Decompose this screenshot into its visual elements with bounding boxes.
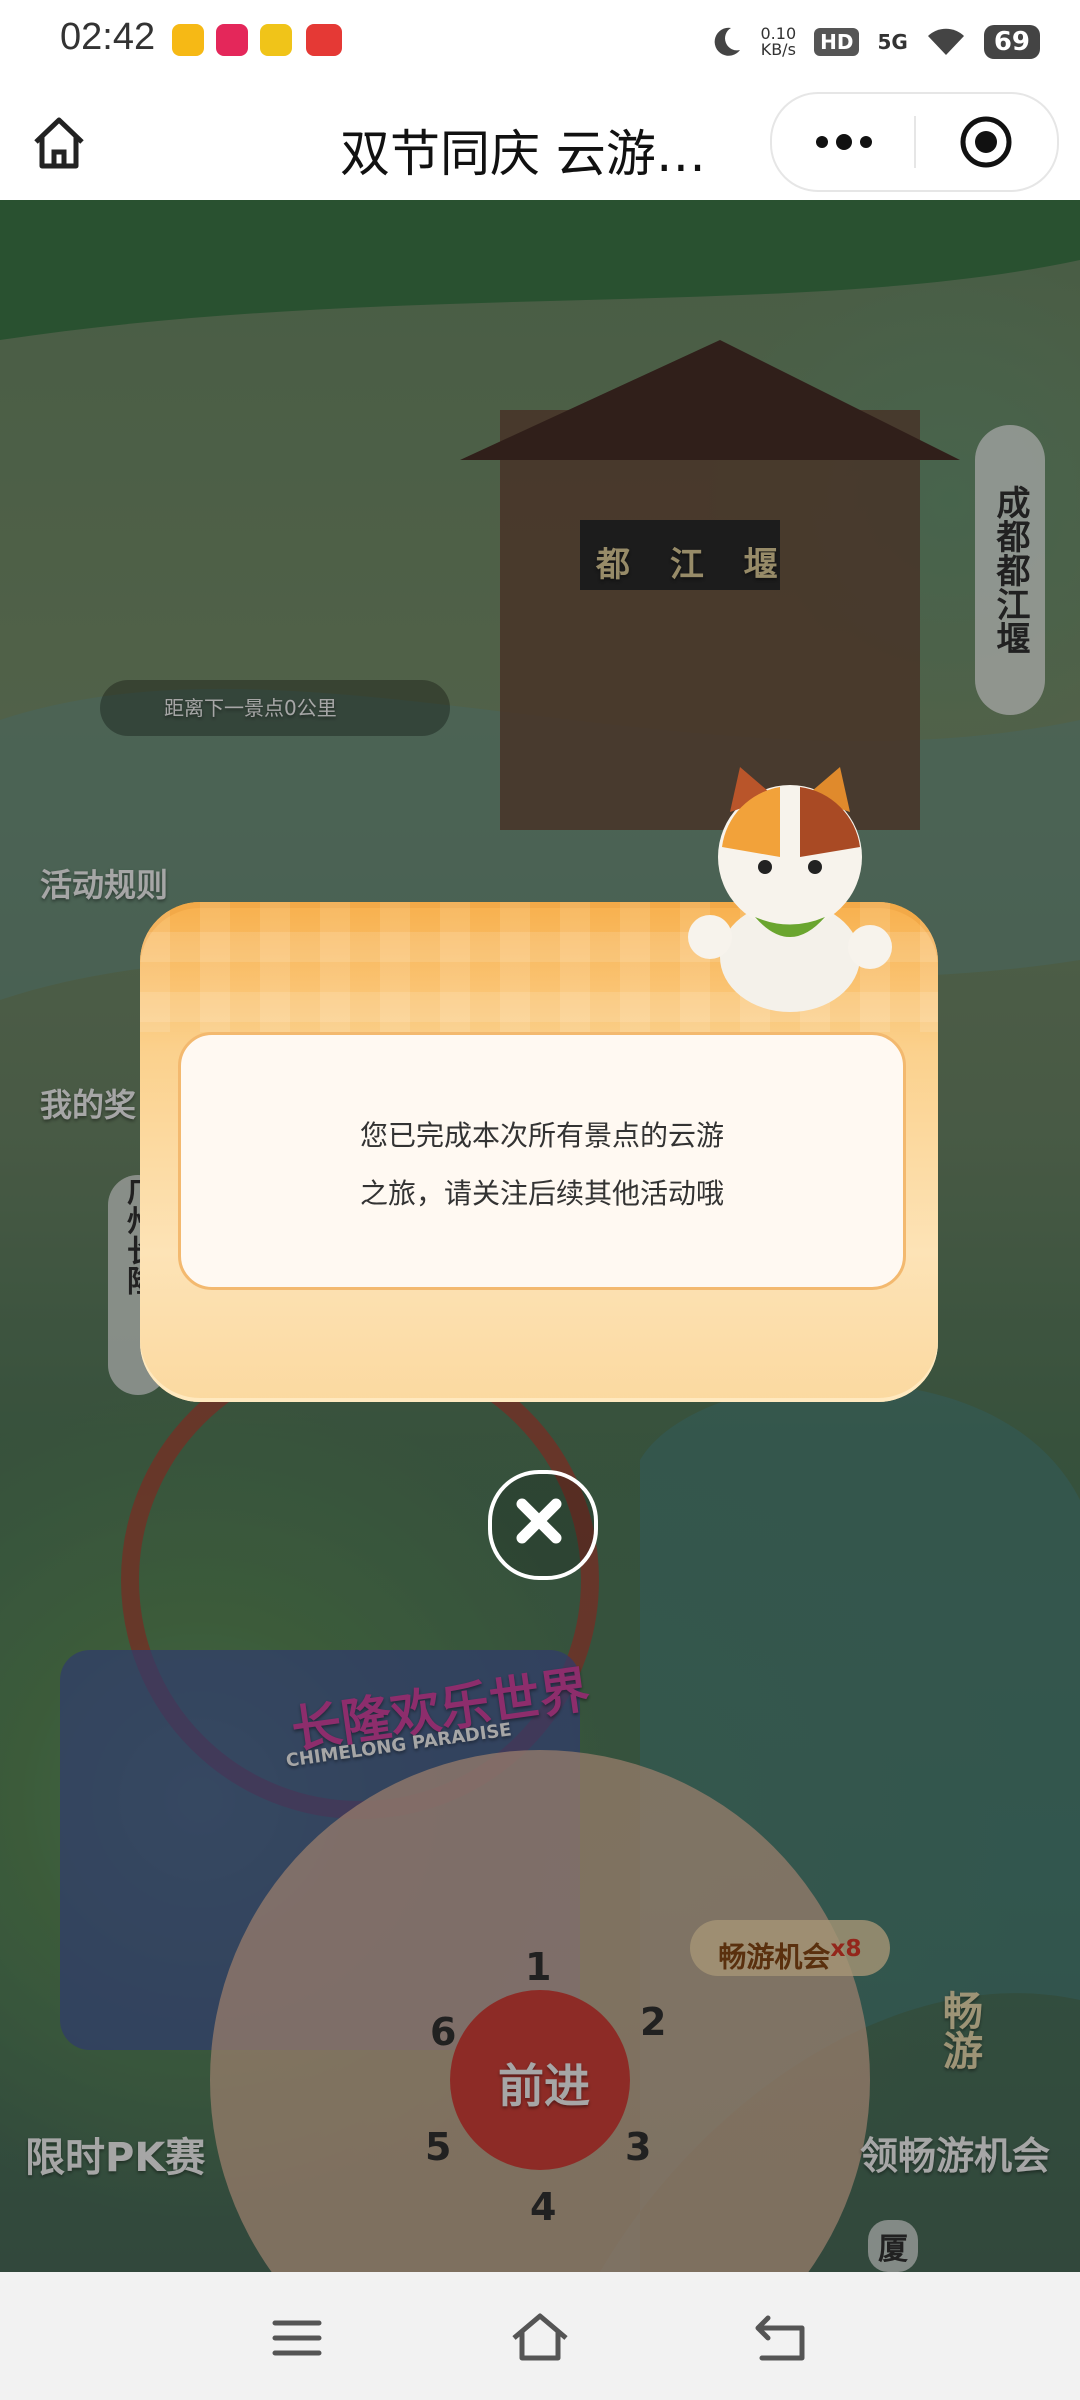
back-icon[interactable] [752, 2312, 808, 2362]
mascot-cat-icon [688, 767, 892, 1012]
wifi-icon [927, 28, 964, 55]
app-notification-4-icon [306, 24, 342, 56]
moon-icon [714, 27, 740, 56]
game-map: 都 江 堰 成都都江堰 距离下一景点0公里 活动规则 我的奖 广州长隆 长隆欢乐… [0, 200, 1080, 2272]
status-time: 02:42 [60, 16, 156, 58]
home-icon[interactable] [28, 112, 90, 174]
status-bar: 02:42 0.10 KB/s HD 5G 69 [0, 0, 1080, 82]
capsule-menu [770, 92, 1059, 192]
menu-icon[interactable] [272, 2318, 322, 2358]
more-icon[interactable] [812, 124, 876, 160]
mini-program-title-bar: 双节同庆 云游… [0, 82, 1080, 201]
app-notification-2-icon [216, 24, 248, 56]
net-speed-unit: KB/s [760, 40, 796, 59]
status-right-group: 0.10 KB/s HD 5G 69 [709, 20, 1040, 64]
net-speed: 0.10 KB/s [761, 26, 797, 58]
app-notification-3-icon [260, 24, 292, 56]
capsule-divider [914, 116, 916, 168]
close-icon [516, 1498, 562, 1544]
completion-dialog: 您已完成本次所有景点的云游 之旅，请关注后续其他活动哦 [140, 767, 938, 1402]
dialog-message: 您已完成本次所有景点的云游 之旅，请关注后续其他活动哦 [181, 1107, 903, 1223]
hd-icon: HD [814, 28, 860, 56]
close-miniprogram-icon[interactable] [958, 114, 1014, 170]
home-nav-icon[interactable] [510, 2312, 570, 2362]
page-title: 双节同庆 云游… [340, 125, 706, 183]
system-navigation-bar [0, 2272, 1080, 2400]
dialog-message-box: 您已完成本次所有景点的云游 之旅，请关注后续其他活动哦 [178, 1032, 906, 1290]
dialog-message-line-2: 之旅，请关注后续其他活动哦 [359, 1177, 724, 1210]
battery-icon: 69 [983, 25, 1040, 59]
signal-5g-icon: 5G [877, 30, 908, 54]
dialog-message-line-1: 您已完成本次所有景点的云游 [359, 1119, 724, 1152]
dialog-close-button[interactable] [488, 1470, 598, 1580]
app-notification-1-icon [172, 24, 204, 56]
